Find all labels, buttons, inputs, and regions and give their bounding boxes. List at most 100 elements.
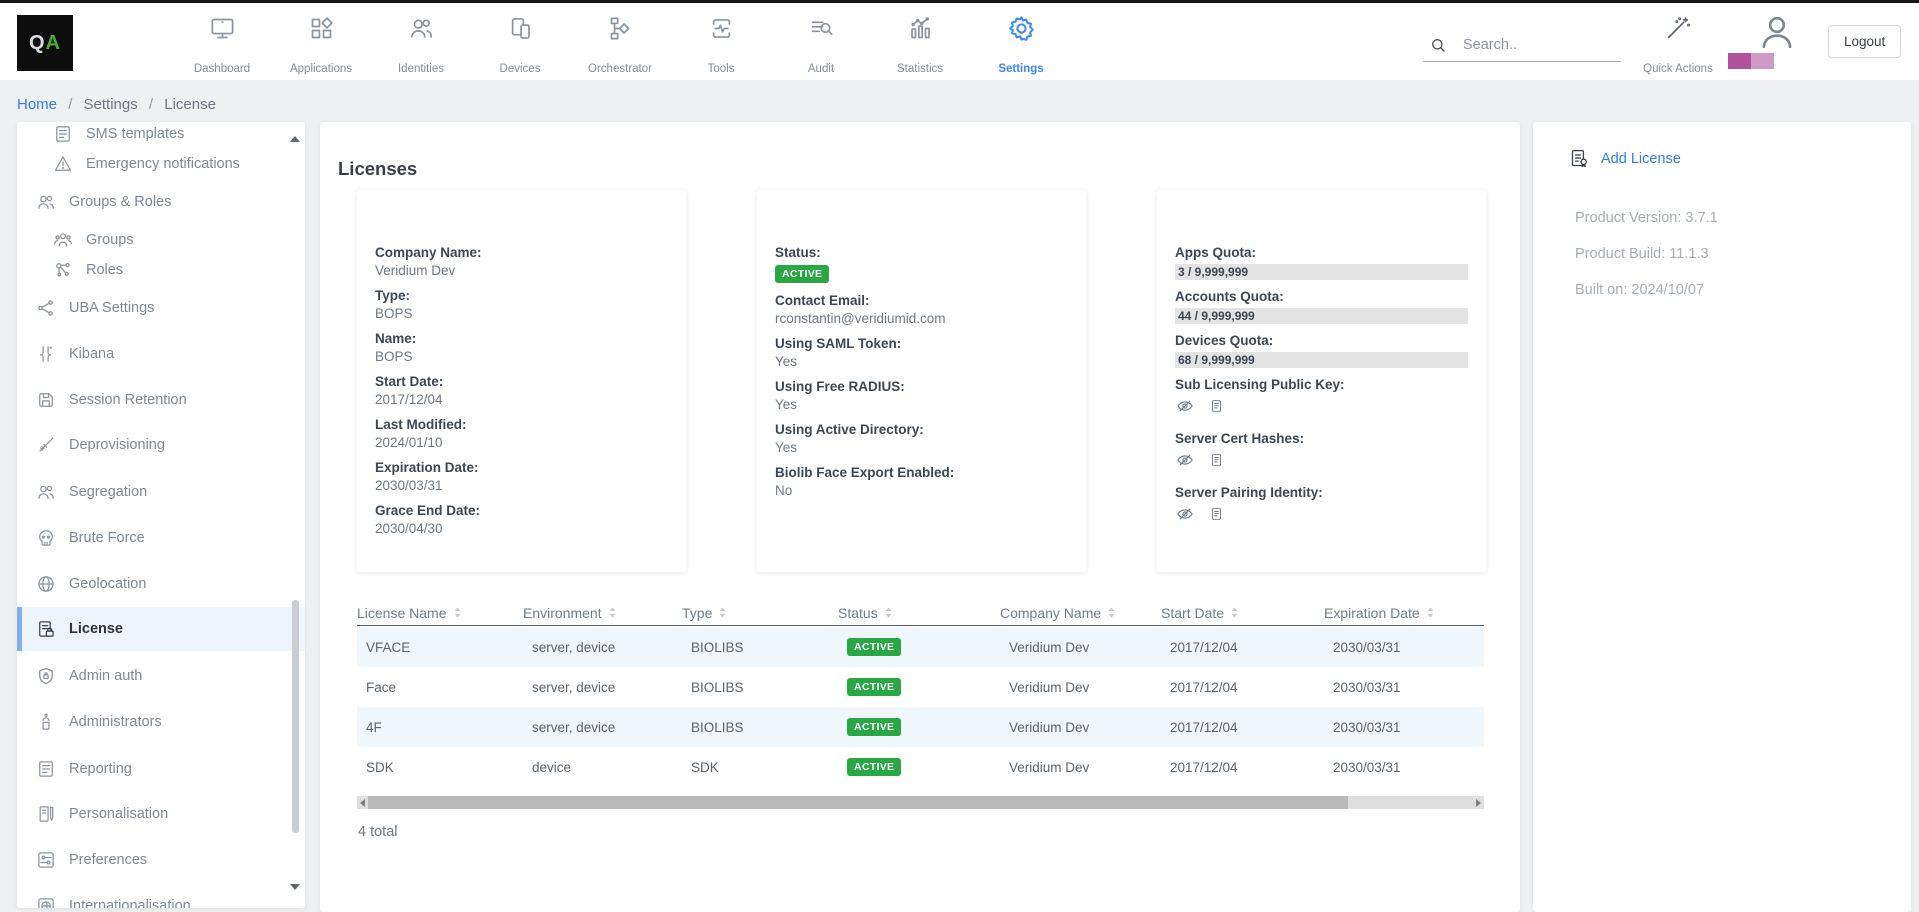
nav-dashboard[interactable]: Dashboard	[177, 13, 267, 75]
sort-icon	[1107, 606, 1116, 619]
eye-off-icon[interactable]	[1176, 505, 1194, 523]
sidebar-item-admin-auth[interactable]: Admin auth	[17, 661, 305, 691]
sort-icon	[608, 606, 617, 619]
sidebar-item-uba-settings[interactable]: UBA Settings	[17, 293, 305, 323]
nav-settings[interactable]: Settings	[976, 13, 1066, 75]
licenses-table-body: VFACE server, device BIOLIBS ACTIVE Veri…	[357, 627, 1484, 787]
sidebar-scrollbar-thumb[interactable]	[292, 600, 299, 833]
user-group-icon	[53, 230, 73, 250]
sidebar-scroll-up-arrow[interactable]	[290, 136, 300, 142]
nav-devices[interactable]: Devices	[475, 13, 565, 75]
status-badge: ACTIVE	[847, 638, 901, 656]
sort-icon	[1230, 606, 1239, 619]
sort-icon	[884, 606, 893, 619]
settings-gear-icon	[1007, 13, 1036, 43]
scroll-right-arrow[interactable]	[1476, 799, 1481, 807]
field-value: 2030/03/31	[375, 477, 668, 495]
nav-statistics[interactable]: Statistics	[875, 13, 965, 75]
table-row[interactable]: VFACE server, device BIOLIBS ACTIVE Veri…	[357, 627, 1484, 667]
sidebar-item-internationalisation[interactable]: Internationalisation	[17, 891, 305, 908]
globe-icon	[36, 574, 56, 594]
status-badge: ACTIVE	[847, 678, 901, 696]
license-status-card: Status: ACTIVE Contact Email:rconstantin…	[757, 190, 1086, 572]
user-avatar-icon[interactable]	[1756, 11, 1798, 53]
column-header-environment[interactable]: Environment	[523, 600, 682, 625]
quota-label: Accounts Quota:	[1175, 288, 1468, 306]
column-header-license-name[interactable]: License Name	[357, 600, 523, 625]
sidebar-scroll-down-arrow[interactable]	[290, 884, 300, 890]
sidebar-item-preferences[interactable]: Preferences	[17, 845, 305, 875]
add-license-button[interactable]: Add License	[1569, 148, 1681, 169]
field-value: 2030/04/30	[375, 520, 668, 538]
sidebar-item-reporting[interactable]: Reporting	[17, 754, 305, 784]
sidebar-item-session-retention[interactable]: Session Retention	[17, 385, 305, 415]
field-label: Using Active Directory:	[775, 421, 1068, 439]
nav-tools[interactable]: Tools	[676, 13, 766, 75]
status-badge: ACTIVE	[775, 265, 829, 283]
column-header-start-date[interactable]: Start Date	[1161, 600, 1324, 625]
quick-actions-button[interactable]: Quick Actions	[1633, 13, 1723, 75]
sidebar-item-segregation[interactable]: Segregation	[17, 477, 305, 507]
nav-identities[interactable]: Identities	[376, 13, 466, 75]
skull-icon	[36, 528, 56, 548]
column-header-company-name[interactable]: Company Name	[1000, 600, 1161, 625]
secret-label: Sub Licensing Public Key:	[1175, 376, 1468, 394]
book-pen-icon	[36, 804, 56, 824]
product-version-text: Product Version: 3.7.1	[1575, 210, 1718, 226]
status-badge: ACTIVE	[847, 718, 901, 736]
share-nodes-icon	[36, 298, 56, 318]
applications-icon	[308, 13, 335, 43]
field-label: Biolib Face Export Enabled:	[775, 464, 1068, 482]
column-header-type[interactable]: Type	[682, 600, 838, 625]
breadcrumb-home[interactable]: Home	[17, 96, 57, 113]
sidebar-item-roles[interactable]: Roles	[17, 255, 305, 285]
nav-audit[interactable]: Audit	[776, 13, 866, 75]
eye-off-icon[interactable]	[1176, 397, 1194, 415]
field-value: Yes	[775, 396, 1068, 414]
sidebar-item-brute-force[interactable]: Brute Force	[17, 523, 305, 553]
scrollbar-thumb[interactable]	[368, 796, 1348, 809]
sidebar-item-deprovisioning[interactable]: Deprovisioning	[17, 430, 305, 460]
sidebar-item-groups-roles[interactable]: Groups & Roles	[17, 187, 305, 217]
eye-off-icon[interactable]	[1176, 451, 1194, 469]
sidebar-item-geolocation[interactable]: Geolocation	[17, 569, 305, 599]
nav-applications[interactable]: Applications	[276, 13, 366, 75]
table-row[interactable]: Face server, device BIOLIBS ACTIVE Verid…	[357, 667, 1484, 707]
shield-lock-icon	[36, 666, 56, 686]
sidebar-item-personalisation[interactable]: Personalisation	[17, 799, 305, 829]
sidebar-item-administrators[interactable]: Administrators	[17, 707, 305, 737]
sidebar-item-license[interactable]: License	[17, 607, 305, 651]
sidebar-item-sms-templates[interactable]: SMS templates	[17, 122, 305, 149]
accounts-quota-bar: 44 / 9,999,999	[1175, 308, 1468, 324]
warning-triangle-icon	[53, 154, 73, 174]
column-header-status[interactable]: Status	[838, 600, 1000, 625]
sort-icon	[718, 606, 727, 619]
search-input[interactable]	[1461, 36, 1605, 54]
table-horizontal-scrollbar[interactable]	[357, 796, 1484, 809]
scroll-left-arrow[interactable]	[360, 799, 365, 807]
copy-icon[interactable]	[1209, 505, 1224, 523]
logout-button[interactable]: Logout	[1828, 25, 1901, 58]
copy-icon[interactable]	[1209, 451, 1224, 469]
company-logo[interactable]: QA	[17, 15, 73, 71]
column-header-expiration-date[interactable]: Expiration Date	[1324, 600, 1484, 625]
secret-label: Server Pairing Identity:	[1175, 484, 1468, 502]
table-row[interactable]: 4F server, device BIOLIBS ACTIVE Veridiu…	[357, 707, 1484, 747]
field-label: Using SAML Token:	[775, 335, 1068, 353]
breadcrumb: Home / Settings / License	[17, 96, 216, 113]
table-row[interactable]: SDK device SDK ACTIVE Veridium Dev 2017/…	[357, 747, 1484, 787]
sidebar-item-emergency-notifications[interactable]: Emergency notifications	[17, 149, 305, 179]
breadcrumb-settings: Settings	[84, 96, 138, 113]
globe-box-icon	[36, 896, 56, 908]
field-label: Grace End Date:	[375, 502, 668, 520]
global-search	[1423, 29, 1621, 62]
sidebar-item-groups[interactable]: Groups	[17, 225, 305, 255]
sort-icon	[453, 606, 462, 619]
quota-label: Devices Quota:	[1175, 332, 1468, 350]
nav-orchestrator[interactable]: Orchestrator	[575, 13, 665, 75]
field-value: Veridium Dev	[375, 262, 668, 280]
field-label: Name:	[375, 330, 668, 348]
preferences-sliders-icon	[36, 850, 56, 870]
sidebar-item-kibana[interactable]: Kibana	[17, 339, 305, 369]
copy-icon[interactable]	[1209, 397, 1224, 415]
